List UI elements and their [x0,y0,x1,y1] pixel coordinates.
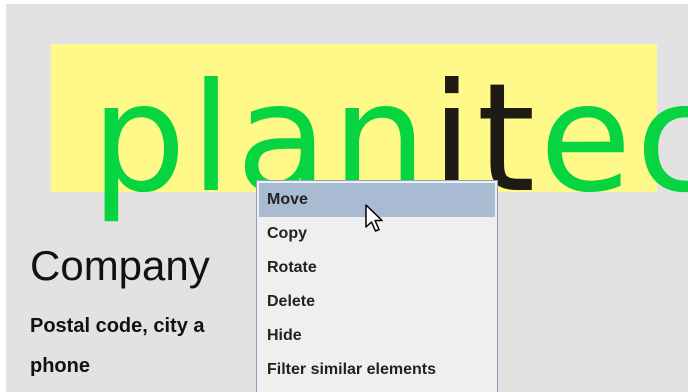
menu-item-hide[interactable]: Hide [257,319,497,353]
logo-text-end: ec [539,52,688,226]
menu-item-filter-similar[interactable]: Filter similar elements [257,353,497,387]
logo-element[interactable]: planitec [51,44,688,226]
phone-text[interactable]: phone [30,353,90,379]
menu-item-delete[interactable]: Delete [257,285,497,319]
menu-item-rotate[interactable]: Rotate [257,251,497,285]
address-text[interactable]: Postal code, city a [30,313,205,339]
arrow-pointer-icon [365,204,383,232]
company-name-text[interactable]: Company [30,241,210,291]
